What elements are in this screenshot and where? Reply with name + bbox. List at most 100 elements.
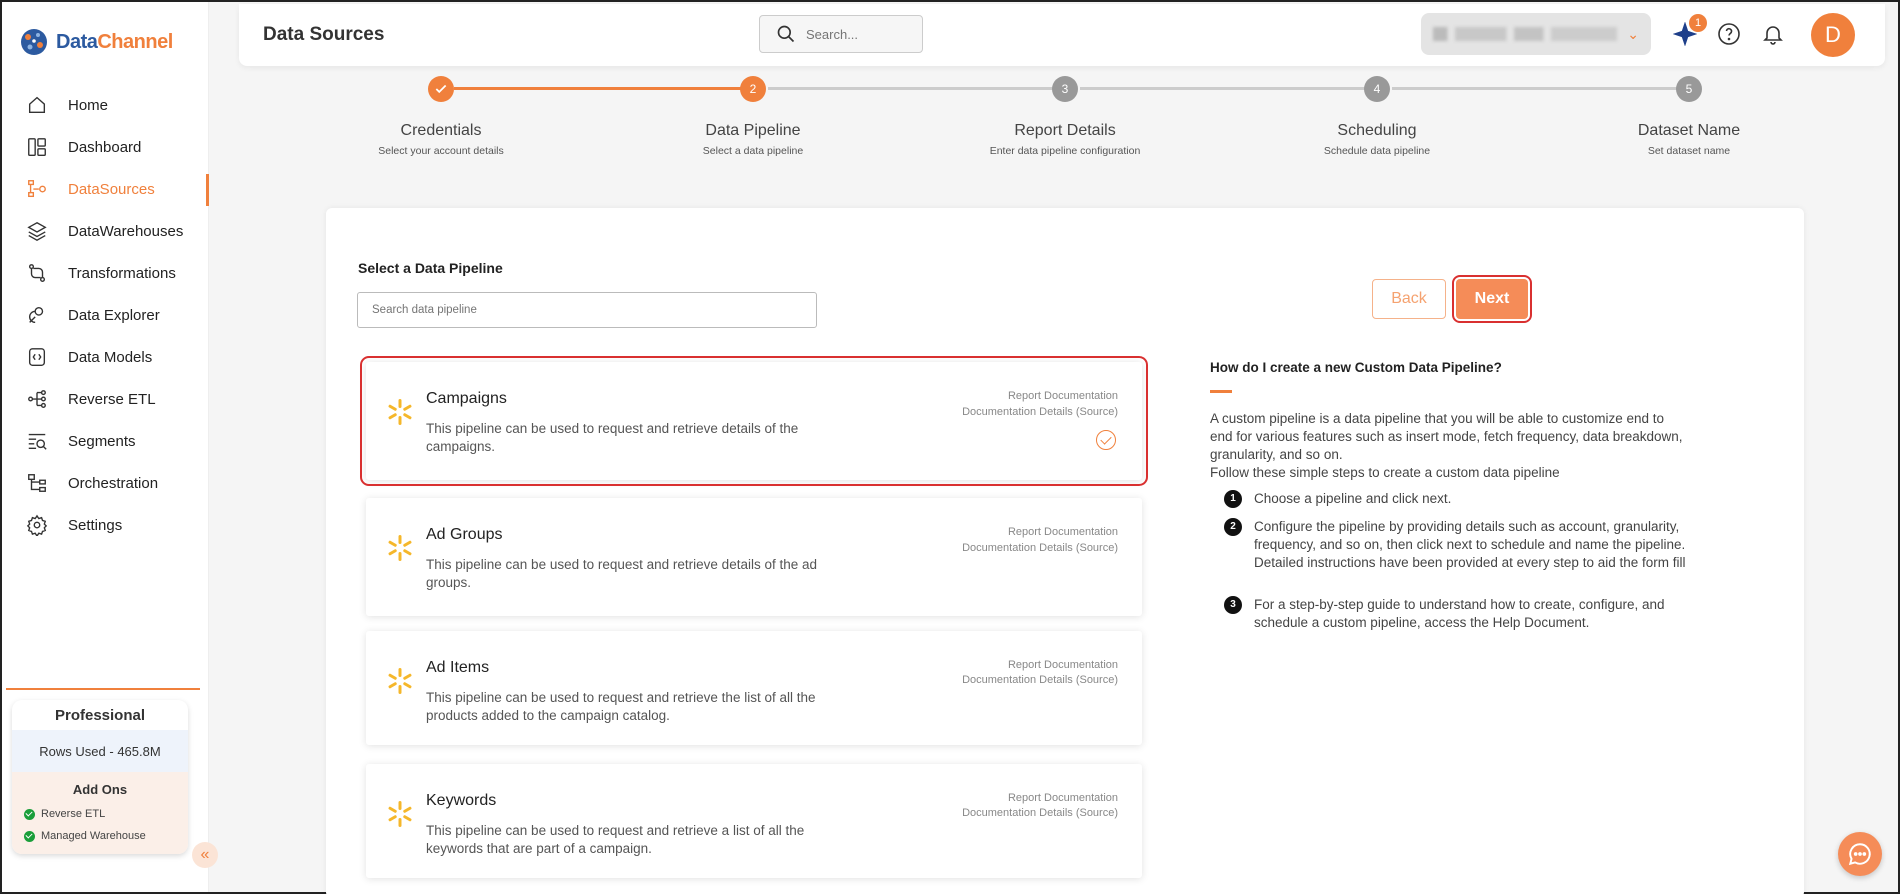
help-button[interactable]: [1715, 20, 1743, 48]
step-3-subtitle: Enter data pipeline configuration: [989, 145, 1141, 157]
step-number: 3: [1224, 596, 1242, 614]
step-1-label: Credentials: [400, 122, 482, 139]
global-search[interactable]: [759, 15, 923, 53]
sidebar-item-label: Orchestration: [68, 474, 159, 492]
selected-check-icon: [1096, 430, 1116, 450]
sidebar-nav: Home Dashboard DataSources DataWarehouse…: [2, 84, 209, 546]
top-header: Data Sources ⌄ 1 D: [239, 4, 1885, 66]
report-documentation-link[interactable]: Report Documentation: [1008, 792, 1118, 804]
sidebar-item-settings[interactable]: Settings: [2, 504, 209, 546]
account-name-redacted: [1433, 27, 1618, 41]
sidebar-item-orchestration[interactable]: Orchestration: [2, 462, 209, 504]
plan-card: Professional Rows Used - 465.8M Add Ons …: [12, 700, 188, 854]
pipeline-card-keywords[interactable]: Keywords This pipeline can be used to re…: [366, 764, 1142, 878]
step-4-circle: 4: [1364, 76, 1390, 102]
sidebar-item-label: Settings: [68, 516, 123, 534]
transform-icon: [26, 262, 48, 284]
pipeline-description: This pipeline can be used to request and…: [426, 690, 816, 723]
search-icon: [777, 25, 795, 43]
walmart-spark-icon: [388, 668, 412, 694]
help-title: How do I create a new Custom Data Pipeli…: [1210, 360, 1502, 375]
layers-icon: [26, 220, 48, 242]
source-documentation-link[interactable]: Documentation Details (Source): [962, 807, 1118, 819]
sidebar-item-label: Reverse ETL: [68, 390, 156, 408]
explorer-icon: [26, 304, 48, 326]
logo-icon: [18, 26, 50, 58]
sidebar-item-label: Dashboard: [68, 138, 142, 156]
addon-item: Managed Warehouse: [12, 825, 188, 847]
step-connector: [768, 87, 1062, 90]
sidebar-item-dashboard[interactable]: Dashboard: [2, 126, 209, 168]
report-documentation-link[interactable]: Report Documentation: [1008, 659, 1118, 671]
walmart-spark-icon: [388, 399, 412, 425]
chat-button[interactable]: [1838, 832, 1882, 876]
sidebar-item-segments[interactable]: Segments: [2, 420, 209, 462]
datasources-icon: [26, 178, 48, 200]
sidebar-item-reverse-etl[interactable]: Reverse ETL: [2, 378, 209, 420]
step-connector: [454, 87, 748, 90]
ai-sparkle-button[interactable]: 1: [1671, 14, 1707, 48]
logo[interactable]: DataChannel: [18, 26, 173, 58]
pipeline-panel: Select a Data Pipeline Campaigns This pi…: [326, 208, 1804, 894]
account-selector[interactable]: ⌄: [1421, 13, 1651, 55]
step-1-subtitle: Select your account details: [378, 145, 504, 157]
sidebar-item-datasources[interactable]: DataSources: [2, 168, 209, 210]
check-circle-icon: [24, 830, 35, 842]
report-documentation-link[interactable]: Report Documentation: [1008, 526, 1118, 538]
step-5-subtitle: Set dataset name: [1647, 145, 1731, 157]
avatar[interactable]: D: [1811, 13, 1855, 57]
step-3-circle: 3: [1052, 76, 1078, 102]
sidebar-item-data-explorer[interactable]: Data Explorer: [2, 294, 209, 336]
source-documentation-link[interactable]: Documentation Details (Source): [962, 674, 1118, 686]
home-icon: [26, 94, 48, 116]
help-intro: A custom pipeline is a data pipeline tha…: [1210, 411, 1683, 480]
next-button[interactable]: Next: [1452, 275, 1532, 323]
pipeline-description: This pipeline can be used to request and…: [426, 823, 805, 856]
step-2-circle[interactable]: 2: [740, 76, 766, 102]
pipeline-name: Ad Groups: [426, 526, 503, 543]
addons-section: Add Ons Reverse ETL Managed Warehouse: [12, 772, 188, 854]
step-connector: [1392, 87, 1686, 90]
plan-name: Professional: [54, 706, 146, 724]
dashboard-icon: [26, 136, 48, 158]
report-documentation-link[interactable]: Report Documentation: [1008, 390, 1118, 402]
help-step: 2 Configure the pipeline by providing de…: [1224, 518, 1694, 572]
check-circle-icon: [24, 808, 35, 820]
source-documentation-link[interactable]: Documentation Details (Source): [962, 542, 1118, 554]
notifications-button[interactable]: [1759, 20, 1787, 48]
pipeline-card-campaigns[interactable]: Campaigns This pipeline can be used to r…: [360, 356, 1148, 486]
addon-item: Reverse ETL: [12, 803, 188, 825]
help-accent-bar: [1210, 390, 1232, 393]
back-button[interactable]: Back: [1372, 279, 1446, 319]
pipeline-name: Ad Items: [426, 659, 490, 676]
help-step: 1 Choose a pipeline and click next.: [1224, 490, 1694, 508]
sidebar-item-home[interactable]: Home: [2, 84, 209, 126]
sidebar-item-label: Home: [68, 96, 109, 114]
pipeline-card-ad-groups[interactable]: Ad Groups This pipeline can be used to r…: [366, 498, 1142, 616]
pipeline-name: Campaigns: [426, 390, 507, 407]
collapse-sidebar-button[interactable]: «: [192, 842, 218, 868]
sidebar-item-datawarehouses[interactable]: DataWarehouses: [2, 210, 209, 252]
plan-divider: [6, 688, 200, 690]
search-input[interactable]: [806, 26, 906, 42]
sidebar-item-data-models[interactable]: Data Models: [2, 336, 209, 378]
addons-title: Add Ons: [72, 782, 128, 797]
step-5-label: Dataset Name: [1637, 122, 1741, 139]
pipeline-card-ad-items[interactable]: Ad Items This pipeline can be used to re…: [366, 631, 1142, 745]
sidebar: DataChannel Home Dashboard DataSources D…: [2, 2, 209, 892]
sidebar-item-transformations[interactable]: Transformations: [2, 252, 209, 294]
notification-badge: 1: [1689, 14, 1707, 32]
page-title: Data Sources: [263, 24, 385, 45]
step-2-label: Data Pipeline: [705, 122, 801, 139]
step-1-circle[interactable]: [428, 76, 454, 102]
orchestration-icon: [26, 472, 48, 494]
pipeline-search-input[interactable]: [357, 292, 817, 328]
step-4-subtitle: Schedule data pipeline: [1323, 145, 1431, 157]
help-step: 3 For a step-by-step guide to understand…: [1224, 596, 1694, 632]
help-icon: [1718, 23, 1740, 45]
sidebar-item-label: DataWarehouses: [68, 222, 184, 240]
pipeline-name: Keywords: [426, 792, 497, 809]
walmart-spark-icon: [388, 801, 412, 827]
sidebar-item-label: DataSources: [68, 180, 155, 198]
source-documentation-link[interactable]: Documentation Details (Source): [962, 406, 1118, 418]
